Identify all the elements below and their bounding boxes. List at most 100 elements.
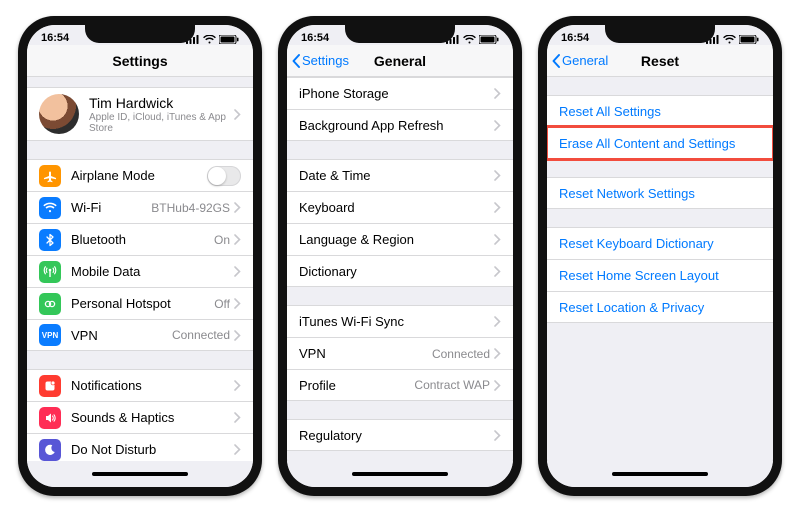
general-scroll[interactable]: iPhone Storage Background App Refresh Da…	[287, 77, 513, 461]
vpn-icon: VPN	[39, 324, 61, 346]
wifi-icon	[463, 35, 476, 44]
status-time: 16:54	[41, 32, 69, 44]
row-value: Contract WAP	[414, 378, 490, 392]
row-dictionary[interactable]: Dictionary	[287, 255, 513, 287]
home-indicator[interactable]	[92, 472, 188, 476]
screen-general: 16:54 Settings General i	[287, 25, 513, 487]
nav-bar: Settings	[27, 45, 253, 77]
group-network: Reset Network Settings	[547, 177, 773, 209]
nav-title: General	[374, 53, 426, 69]
row-label: Reset Keyboard Dictionary	[559, 236, 714, 251]
group-erase: Reset All Settings Erase All Content and…	[547, 95, 773, 159]
chevron-left-icon	[291, 53, 301, 69]
group-sync: iTunes Wi-Fi Sync VPN Connected Profile …	[287, 305, 513, 401]
row-label: VPN	[299, 346, 326, 361]
airplane-toggle[interactable]	[207, 166, 241, 186]
row-notifications[interactable]: Notifications	[27, 369, 253, 401]
row-label: Keyboard	[299, 200, 355, 215]
home-indicator-area	[547, 461, 773, 487]
row-vpn[interactable]: VPN Connected	[287, 337, 513, 369]
row-reset-home-screen-layout[interactable]: Reset Home Screen Layout	[547, 259, 773, 291]
row-date-time[interactable]: Date & Time	[287, 159, 513, 191]
chevron-right-icon	[234, 412, 241, 423]
chevron-right-icon	[234, 298, 241, 309]
status-right	[446, 35, 499, 44]
row-label: Reset All Settings	[559, 104, 661, 119]
row-itunes-wifi-sync[interactable]: iTunes Wi-Fi Sync	[287, 305, 513, 337]
status-time: 16:54	[301, 32, 329, 44]
row-bluetooth[interactable]: Bluetooth On	[27, 223, 253, 255]
sounds-icon	[39, 407, 61, 429]
row-reset-keyboard-dictionary[interactable]: Reset Keyboard Dictionary	[547, 227, 773, 259]
back-label: Settings	[302, 53, 349, 68]
chevron-left-icon	[551, 53, 561, 69]
row-label: Bluetooth	[71, 232, 126, 247]
group-attention: Notifications Sounds & Haptics	[27, 369, 253, 461]
row-mobile-data[interactable]: Mobile Data	[27, 255, 253, 287]
row-background-app-refresh[interactable]: Background App Refresh	[287, 109, 513, 141]
profile-sub: Apple ID, iCloud, iTunes & App Store	[89, 112, 234, 134]
chevron-right-icon	[494, 120, 501, 131]
chevron-right-icon	[494, 234, 501, 245]
row-do-not-disturb[interactable]: Do Not Disturb	[27, 433, 253, 461]
iphone-frame-1: 16:54 Settings Tim Hardwick	[18, 16, 262, 496]
chevron-right-icon	[494, 348, 501, 359]
notch	[605, 25, 715, 43]
chevron-right-icon	[494, 380, 501, 391]
chevron-right-icon	[234, 380, 241, 391]
row-label: Dictionary	[299, 264, 357, 279]
row-vpn[interactable]: VPN VPN Connected	[27, 319, 253, 351]
row-iphone-storage[interactable]: iPhone Storage	[287, 77, 513, 109]
row-personal-hotspot[interactable]: Personal Hotspot Off	[27, 287, 253, 319]
back-button[interactable]: General	[551, 45, 608, 76]
row-regulatory[interactable]: Regulatory	[287, 419, 513, 451]
row-label: Do Not Disturb	[71, 442, 156, 457]
wifi-icon	[39, 197, 61, 219]
row-label: Airplane Mode	[71, 168, 155, 183]
battery-icon	[219, 35, 239, 44]
back-button[interactable]: Settings	[291, 45, 349, 76]
hotspot-icon	[39, 293, 61, 315]
moon-icon	[39, 439, 61, 461]
row-value: On	[214, 233, 230, 247]
reset-scroll[interactable]: Reset All Settings Erase All Content and…	[547, 77, 773, 461]
row-sounds-haptics[interactable]: Sounds & Haptics	[27, 401, 253, 433]
wifi-icon	[203, 35, 216, 44]
group-regulatory: Regulatory	[287, 419, 513, 451]
row-reset-location-privacy[interactable]: Reset Location & Privacy	[547, 291, 773, 323]
group-connectivity: Airplane Mode Wi-Fi BTHub4-92GS	[27, 159, 253, 351]
row-language-region[interactable]: Language & Region	[287, 223, 513, 255]
row-airplane-mode[interactable]: Airplane Mode	[27, 159, 253, 191]
chevron-right-icon	[234, 330, 241, 341]
notifications-icon	[39, 375, 61, 397]
settings-scroll[interactable]: Tim Hardwick Apple ID, iCloud, iTunes & …	[27, 77, 253, 461]
home-indicator-area	[27, 461, 253, 487]
row-apple-id[interactable]: Tim Hardwick Apple ID, iCloud, iTunes & …	[27, 87, 253, 141]
home-indicator[interactable]	[612, 472, 708, 476]
profile-text: Tim Hardwick Apple ID, iCloud, iTunes & …	[89, 95, 234, 134]
home-indicator[interactable]	[352, 472, 448, 476]
chevron-right-icon	[494, 170, 501, 181]
avatar	[39, 94, 79, 134]
row-erase-all-content[interactable]: Erase All Content and Settings	[547, 127, 773, 159]
profile-name: Tim Hardwick	[89, 95, 234, 111]
home-indicator-area	[287, 461, 513, 487]
row-profile[interactable]: Profile Contract WAP	[287, 369, 513, 401]
chevron-right-icon	[234, 109, 241, 120]
status-right	[186, 35, 239, 44]
chevron-right-icon	[234, 202, 241, 213]
row-keyboard[interactable]: Keyboard	[287, 191, 513, 223]
row-label: Regulatory	[299, 428, 362, 443]
row-reset-all-settings[interactable]: Reset All Settings	[547, 95, 773, 127]
chevron-right-icon	[494, 430, 501, 441]
row-reset-network-settings[interactable]: Reset Network Settings	[547, 177, 773, 209]
notch	[345, 25, 455, 43]
three-iphones: 16:54 Settings Tim Hardwick	[0, 0, 800, 511]
row-wifi[interactable]: Wi-Fi BTHub4-92GS	[27, 191, 253, 223]
screen-settings: 16:54 Settings Tim Hardwick	[27, 25, 253, 487]
chevron-right-icon	[234, 444, 241, 455]
bluetooth-icon	[39, 229, 61, 251]
row-value: Off	[214, 297, 230, 311]
group-profile: Tim Hardwick Apple ID, iCloud, iTunes & …	[27, 87, 253, 141]
battery-icon	[739, 35, 759, 44]
